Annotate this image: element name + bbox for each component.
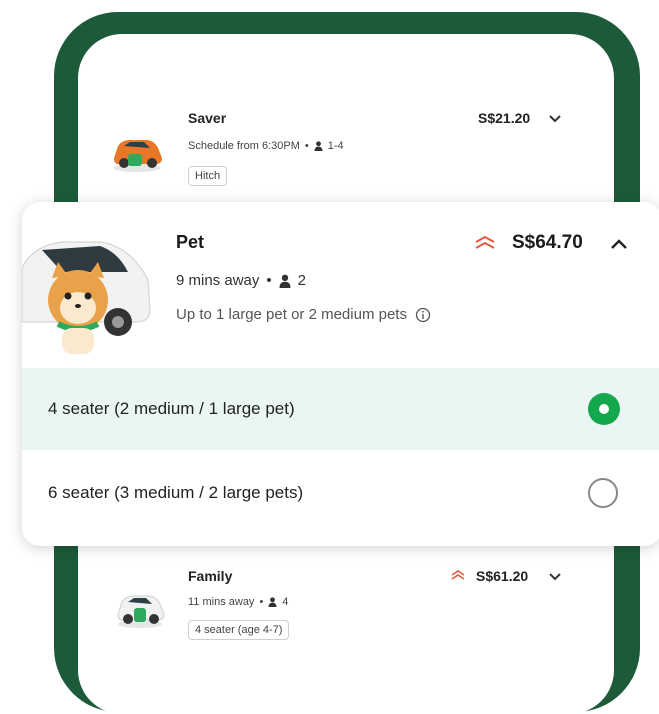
info-icon[interactable] bbox=[415, 307, 431, 323]
family-car-icon bbox=[117, 595, 165, 628]
separator-dot: • bbox=[266, 272, 272, 289]
family-seats: 4 bbox=[282, 596, 289, 608]
ride-option-family[interactable]: Family 11 mins away • 4 4 seater (age 4-… bbox=[78, 558, 614, 668]
saver-seats: 1-4 bbox=[327, 140, 344, 152]
family-tag: 4 seater (age 4-7) bbox=[188, 620, 290, 640]
chevron-up-icon[interactable] bbox=[610, 238, 628, 250]
separator-dot: • bbox=[259, 596, 264, 608]
radio-selected[interactable] bbox=[588, 393, 620, 425]
pet-subtitle: 9 mins away • 2 bbox=[176, 272, 306, 289]
family-price: S$61.20 bbox=[476, 568, 529, 584]
chevron-down-icon[interactable] bbox=[548, 114, 562, 124]
pet-seats: 2 bbox=[297, 272, 306, 289]
family-subtitle: 11 mins away • 4 bbox=[188, 596, 288, 608]
pet-eta: 9 mins away bbox=[176, 272, 260, 289]
person-icon bbox=[268, 597, 277, 607]
pet-description: Up to 1 large pet or 2 medium pets bbox=[176, 306, 407, 323]
person-icon bbox=[314, 141, 323, 151]
pet-description-row: Up to 1 large pet or 2 medium pets bbox=[176, 306, 431, 323]
radio-unselected[interactable] bbox=[588, 478, 618, 508]
pet-option-card[interactable]: Pet S$64.70 9 mins away • 2 Up to 1 larg… bbox=[22, 202, 659, 546]
saver-subtitle: Schedule from 6:30PM • 1-4 bbox=[188, 140, 344, 152]
surge-icon bbox=[475, 235, 495, 249]
person-icon bbox=[279, 274, 291, 288]
separator-dot: • bbox=[304, 140, 309, 152]
surge-icon bbox=[451, 570, 465, 580]
seater-option-label: 6 seater (3 medium / 2 large pets) bbox=[48, 483, 304, 502]
seater-option-label: 4 seater (2 medium / 1 large pet) bbox=[48, 399, 295, 418]
family-eta: 11 mins away bbox=[188, 596, 255, 608]
saver-title: Saver bbox=[188, 110, 227, 126]
pet-title: Pet bbox=[176, 232, 205, 252]
saver-schedule: Schedule from 6:30PM bbox=[188, 140, 300, 152]
family-title: Family bbox=[188, 568, 233, 584]
saver-car-icon bbox=[113, 140, 162, 172]
pet-car-icon bbox=[22, 241, 151, 354]
saver-price: S$21.20 bbox=[478, 110, 531, 126]
ride-option-saver[interactable]: Saver Schedule from 6:30PM • 1-4 Hitch S… bbox=[78, 94, 614, 204]
pet-price: S$64.70 bbox=[512, 232, 583, 253]
saver-tag: Hitch bbox=[188, 166, 228, 186]
seater-option-4[interactable]: 4 seater (2 medium / 1 large pet) bbox=[22, 368, 659, 450]
chevron-down-icon[interactable] bbox=[548, 572, 562, 582]
seater-option-6[interactable]: 6 seater (3 medium / 2 large pets) bbox=[22, 452, 659, 534]
